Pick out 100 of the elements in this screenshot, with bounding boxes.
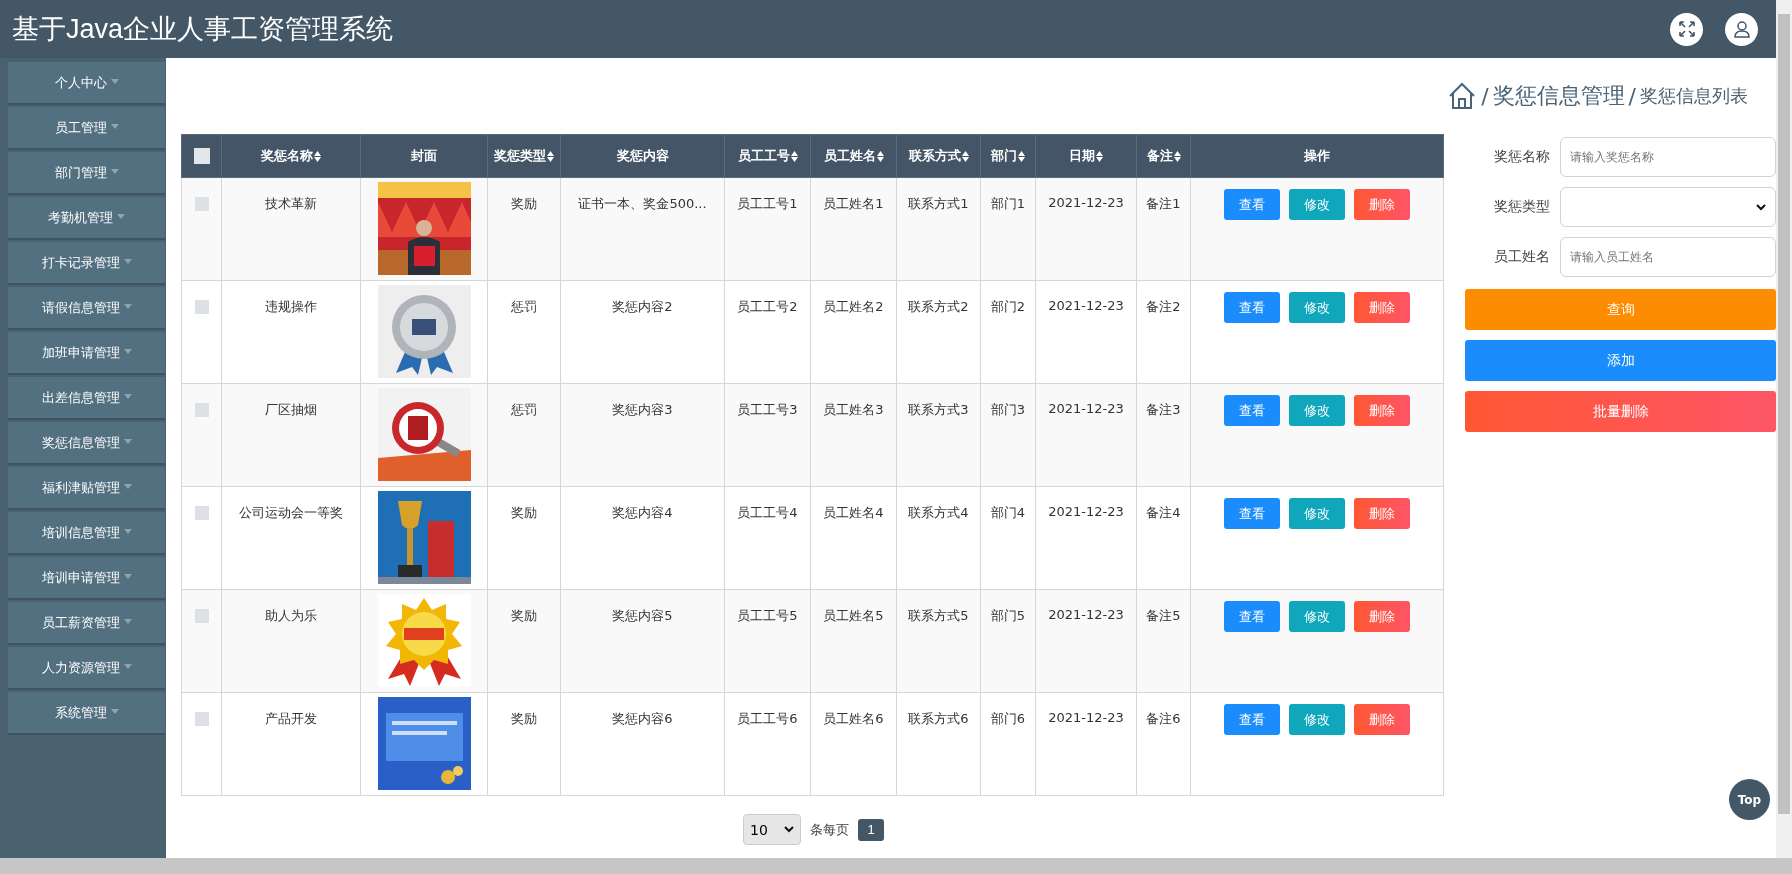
view-button[interactable]: 查看 bbox=[1224, 189, 1280, 220]
column-header: 日期 bbox=[1069, 147, 1095, 165]
table-cell: 2021-12-23 bbox=[1048, 504, 1124, 519]
dropdown-field[interactable] bbox=[1560, 187, 1776, 227]
caret-icon bbox=[123, 258, 132, 264]
horizontal-scrollbar[interactable] bbox=[0, 858, 1792, 874]
delete-button[interactable]: 删除 bbox=[1354, 498, 1410, 529]
sidebar-item[interactable]: 打卡记录管理 bbox=[8, 242, 165, 283]
input-field[interactable]: 请输入员工姓名 bbox=[1560, 237, 1776, 277]
edit-button[interactable]: 修改 bbox=[1289, 498, 1345, 529]
sidebar-item[interactable]: 福利津贴管理 bbox=[8, 467, 165, 508]
sidebar-item[interactable]: 培训申请管理 bbox=[8, 557, 165, 598]
view-button[interactable]: 查看 bbox=[1224, 704, 1280, 735]
caret-icon bbox=[123, 303, 132, 309]
view-button[interactable]: 查看 bbox=[1224, 395, 1280, 426]
edit-button[interactable]: 修改 bbox=[1289, 601, 1345, 632]
sidebar-item[interactable]: 员工管理 bbox=[8, 107, 165, 148]
row-checkbox[interactable] bbox=[194, 299, 209, 314]
view-button[interactable]: 查看 bbox=[1224, 498, 1280, 529]
table-cell: 备注5 bbox=[1146, 608, 1181, 623]
sort-icon[interactable] bbox=[547, 150, 554, 162]
edit-button[interactable]: 修改 bbox=[1289, 189, 1345, 220]
select-all-checkbox[interactable] bbox=[193, 148, 210, 165]
sort-icon[interactable] bbox=[790, 150, 798, 162]
table-cell: 奖励 bbox=[511, 608, 537, 623]
row-checkbox[interactable] bbox=[194, 402, 209, 417]
caret-icon bbox=[123, 348, 132, 354]
sidebar-item[interactable]: 员工薪资管理 bbox=[8, 602, 165, 643]
breadcrumb-link[interactable]: 奖惩信息管理 bbox=[1492, 81, 1625, 111]
table-cell: 2021-12-23 bbox=[1048, 298, 1124, 313]
sidebar-item[interactable]: 培训信息管理 bbox=[8, 512, 165, 553]
table-cell: 奖惩内容5 bbox=[612, 608, 673, 623]
row-checkbox[interactable] bbox=[194, 196, 209, 211]
table-cell: 备注4 bbox=[1146, 505, 1181, 520]
delete-button[interactable]: 删除 bbox=[1354, 704, 1410, 735]
caret-icon bbox=[110, 168, 119, 174]
delete-button[interactable]: 删除 bbox=[1354, 189, 1410, 220]
sidebar-item[interactable]: 人力资源管理 bbox=[8, 647, 165, 688]
table-cell: 部门1 bbox=[990, 196, 1026, 211]
page-size-select[interactable]: 10 bbox=[743, 814, 801, 845]
caret-icon bbox=[123, 573, 132, 579]
table-cell: 奖励 bbox=[511, 505, 537, 520]
app-title: 基于Java企业人事工资管理系统 bbox=[12, 13, 394, 46]
sidebar-item[interactable]: 请假信息管理 bbox=[8, 287, 165, 328]
table-cell: 助人为乐 bbox=[265, 608, 317, 623]
table-cell: 2021-12-23 bbox=[1048, 710, 1124, 725]
column-header: 部门 bbox=[991, 147, 1017, 165]
edit-button[interactable]: 修改 bbox=[1289, 292, 1345, 323]
page-button[interactable]: 1 bbox=[858, 818, 884, 841]
row-checkbox[interactable] bbox=[194, 608, 209, 623]
sort-icon[interactable] bbox=[314, 150, 321, 162]
sort-icon[interactable] bbox=[876, 150, 884, 162]
table-cell: 2021-12-23 bbox=[1048, 195, 1124, 210]
field-label: 奖惩名称 bbox=[1493, 148, 1551, 166]
column-header: 奖惩内容 bbox=[616, 147, 669, 165]
sidebar-item[interactable]: 系统管理 bbox=[8, 692, 165, 733]
view-button[interactable]: 查看 bbox=[1224, 292, 1280, 323]
sort-icon[interactable] bbox=[1018, 150, 1025, 162]
sidebar-item[interactable]: 考勤机管理 bbox=[8, 197, 165, 238]
sidebar-item[interactable]: 个人中心 bbox=[8, 62, 165, 103]
table-cell: 技术革新 bbox=[265, 196, 317, 211]
sidebar-item[interactable]: 部门管理 bbox=[8, 152, 165, 193]
table-cell: 部门5 bbox=[990, 608, 1026, 623]
table-cell: 员工姓名2 bbox=[823, 299, 884, 314]
add-button[interactable]: 添加 bbox=[1465, 340, 1776, 381]
sort-icon[interactable] bbox=[1096, 150, 1103, 162]
edit-button[interactable]: 修改 bbox=[1289, 395, 1345, 426]
table-cell: 部门6 bbox=[990, 711, 1026, 726]
column-header: 员工姓名 bbox=[823, 147, 876, 165]
sidebar-item[interactable]: 加班申请管理 bbox=[8, 332, 165, 373]
user-icon[interactable] bbox=[1725, 12, 1758, 46]
query-button[interactable]: 查询 bbox=[1465, 289, 1776, 330]
table-cell: 2021-12-23 bbox=[1048, 401, 1124, 416]
delete-button[interactable]: 删除 bbox=[1354, 395, 1410, 426]
column-header: 员工工号 bbox=[737, 147, 790, 165]
back-to-top-button[interactable]: Top bbox=[1729, 779, 1770, 820]
caret-icon bbox=[123, 393, 132, 399]
row-checkbox[interactable] bbox=[194, 711, 209, 726]
table-cell: 部门2 bbox=[990, 299, 1026, 314]
batch-delete-button[interactable]: 批量删除 bbox=[1465, 391, 1776, 432]
row-checkbox[interactable] bbox=[194, 505, 209, 520]
table-cell: 2021-12-23 bbox=[1048, 607, 1124, 622]
delete-button[interactable]: 删除 bbox=[1354, 601, 1410, 632]
sort-icon[interactable] bbox=[1173, 150, 1181, 162]
delete-button[interactable]: 删除 bbox=[1354, 292, 1410, 323]
table-cell: 员工工号4 bbox=[737, 505, 798, 520]
table-cell: 员工姓名3 bbox=[823, 402, 884, 417]
table-cell: 联系方式5 bbox=[908, 608, 969, 623]
vertical-scrollbar[interactable] bbox=[1776, 0, 1792, 858]
edit-button[interactable]: 修改 bbox=[1289, 704, 1345, 735]
view-button[interactable]: 查看 bbox=[1224, 601, 1280, 632]
sort-icon[interactable] bbox=[961, 150, 969, 162]
sidebar-item[interactable]: 出差信息管理 bbox=[8, 377, 165, 418]
fullscreen-icon[interactable] bbox=[1670, 12, 1703, 46]
table-cell: 员工工号1 bbox=[737, 196, 798, 211]
sidebar-item[interactable]: 奖惩信息管理 bbox=[8, 422, 165, 463]
table-cell: 员工姓名6 bbox=[823, 711, 884, 726]
input-field[interactable]: 请输入奖惩名称 bbox=[1560, 137, 1776, 177]
chevron-icon bbox=[784, 826, 794, 833]
caret-icon bbox=[117, 213, 125, 219]
